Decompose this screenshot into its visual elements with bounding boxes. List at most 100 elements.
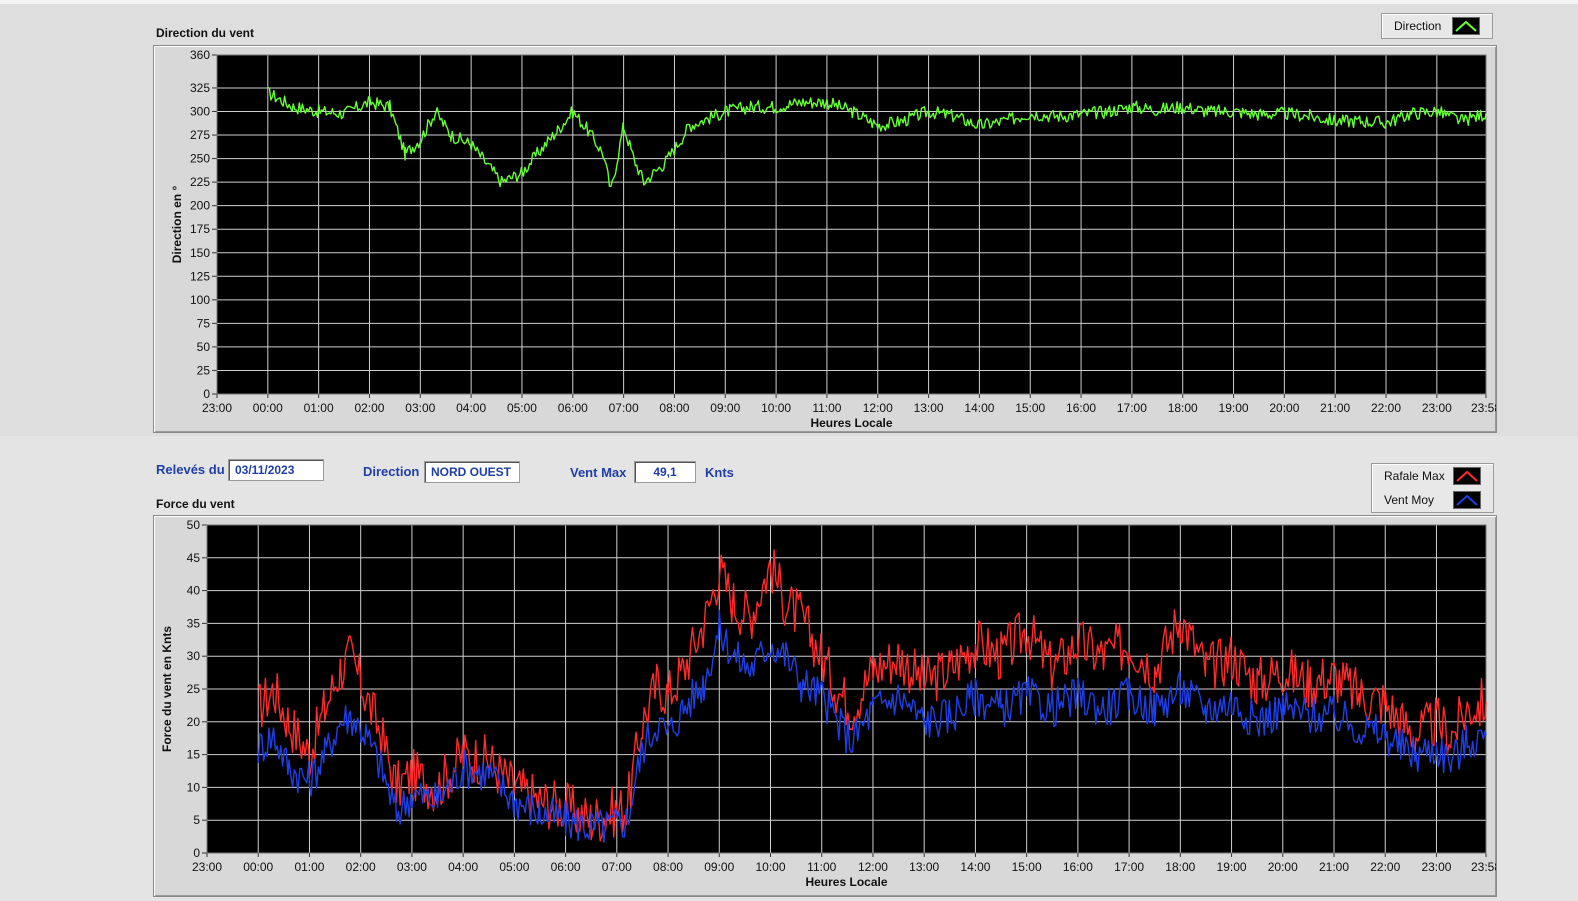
force-chart-frame: 23:00 00:00 01:00 02:00 03:00 04:00 05:00 06:00…	[153, 515, 1501, 897]
x-tick-label: 00:00	[243, 860, 273, 874]
x-tick-label: 19:00	[1219, 401, 1249, 415]
y-axis-label: Force du vent en Knts	[160, 626, 174, 752]
x-tick-label: 20:00	[1268, 860, 1298, 874]
y-tick-label: 360	[190, 48, 210, 62]
y-tick-label: 40	[187, 584, 201, 598]
x-tick-label: 01:00	[294, 860, 324, 874]
x-tick-label: 06:00	[558, 401, 588, 415]
direction-legend: Direction	[1381, 13, 1493, 39]
legend-item-rafale[interactable]: Rafale Max	[1372, 464, 1493, 488]
y-tick-label: 25	[187, 682, 201, 696]
direction-label: Direction	[363, 464, 420, 479]
x-tick-label: 17:00	[1114, 860, 1144, 874]
direction-chart[interactable]: 23:00 00:00 01:00 02:00 03:00 04:00 05:00 06:00…	[154, 46, 1501, 432]
line-style-icon	[1456, 470, 1478, 482]
direction-field[interactable]: NORD OUEST	[424, 461, 520, 483]
x-tick-label: 09:00	[710, 401, 740, 415]
y-tick-label: 45	[187, 551, 201, 565]
x-tick-label: 08:00	[653, 860, 683, 874]
date-field[interactable]: 03/11/2023	[228, 459, 324, 481]
x-tick-label: 04:00	[448, 860, 478, 874]
ventmax-unit: Knts	[705, 465, 734, 480]
x-tick-label: 09:00	[704, 860, 734, 874]
x-tick-label: 16:00	[1066, 401, 1096, 415]
x-tick-label: 15:00	[1012, 860, 1042, 874]
direction-chart-frame: 23:00 00:00 01:00 02:00 03:00 04:00 05:00 06:00…	[153, 45, 1501, 433]
x-tick-label: 07:00	[609, 401, 639, 415]
x-tick-label: 23:00	[1421, 860, 1451, 874]
y-tick-label: 50	[197, 340, 211, 354]
force-legend: Rafale Max Vent Moy	[1371, 463, 1494, 513]
force-panel-title: Force du vent	[156, 497, 235, 511]
y-tick-label: 35	[187, 616, 201, 630]
x-tick-label: 15:00	[1015, 401, 1045, 415]
force-chart[interactable]: 23:00 00:00 01:00 02:00 03:00 04:00 05:00 06:00…	[154, 516, 1501, 896]
date-label: Relevés du	[156, 462, 225, 477]
x-tick-label: 23:58	[1471, 401, 1496, 415]
y-tick-label: 125	[190, 269, 210, 283]
y-tick-label: 5	[193, 813, 200, 827]
x-tick-label: 22:00	[1371, 401, 1401, 415]
y-tick-label: 150	[190, 246, 210, 260]
legend-label-direction: Direction	[1394, 19, 1442, 33]
x-tick-label: 11:00	[812, 401, 841, 415]
y-tick-label: 50	[187, 518, 201, 532]
x-tick-label: 20:00	[1269, 401, 1299, 415]
line-style-icon	[1456, 494, 1478, 506]
y-tick-label: 225	[190, 175, 210, 189]
ventmax-field[interactable]: 49,1	[634, 461, 696, 483]
y-tick-label: 100	[190, 293, 210, 307]
y-tick-label: 200	[190, 199, 210, 213]
x-tick-label: 01:00	[304, 401, 334, 415]
legend-swatch-direction	[1452, 17, 1480, 35]
x-tick-label: 23:58	[1471, 860, 1496, 874]
x-tick-label: 14:00	[964, 401, 994, 415]
x-tick-label: 23:00	[192, 860, 222, 874]
legend-label-ventmoy: Vent Moy	[1384, 493, 1435, 507]
x-tick-label: 04:00	[456, 401, 486, 415]
x-tick-label: 17:00	[1117, 401, 1147, 415]
x-tick-label: 18:00	[1168, 401, 1198, 415]
line-style-icon	[1455, 20, 1477, 32]
x-tick-label: 22:00	[1370, 860, 1400, 874]
x-tick-label: 12:00	[858, 860, 888, 874]
x-tick-label: 21:00	[1320, 401, 1350, 415]
x-axis-label: Heures Locale	[805, 875, 887, 889]
x-tick-label: 05:00	[499, 860, 529, 874]
y-tick-label: 325	[190, 81, 210, 95]
y-tick-label: 0	[203, 387, 210, 401]
plot-area[interactable]	[217, 55, 1486, 394]
y-tick-label: 175	[190, 222, 210, 236]
legend-item-direction[interactable]: Direction	[1382, 14, 1492, 38]
x-tick-label: 03:00	[405, 401, 435, 415]
y-tick-label: 250	[190, 152, 210, 166]
x-tick-label: 06:00	[551, 860, 581, 874]
x-tick-label: 16:00	[1063, 860, 1093, 874]
y-tick-label: 275	[190, 128, 210, 142]
legend-label-rafale: Rafale Max	[1384, 469, 1445, 483]
x-tick-label: 23:00	[202, 401, 232, 415]
legend-swatch-ventmoy	[1453, 491, 1481, 509]
x-tick-label: 07:00	[602, 860, 632, 874]
y-tick-label: 75	[197, 316, 211, 330]
legend-item-ventmoy[interactable]: Vent Moy	[1372, 488, 1493, 512]
x-axis-label: Heures Locale	[810, 416, 892, 430]
x-tick-label: 02:00	[346, 860, 376, 874]
x-tick-label: 21:00	[1319, 860, 1349, 874]
direction-panel-title: Direction du vent	[156, 26, 255, 40]
x-tick-label: 19:00	[1217, 860, 1247, 874]
x-tick-label: 13:00	[914, 401, 944, 415]
y-tick-label: 25	[197, 363, 211, 377]
ventmax-label: Vent Max	[570, 465, 627, 480]
x-tick-label: 00:00	[253, 401, 283, 415]
x-tick-label: 08:00	[659, 401, 689, 415]
y-axis-label: Direction en °	[170, 186, 184, 264]
x-tick-label: 14:00	[960, 860, 990, 874]
x-tick-label: 02:00	[354, 401, 384, 415]
x-tick-label: 11:00	[807, 860, 836, 874]
y-tick-label: 10	[187, 780, 201, 794]
y-tick-label: 15	[187, 748, 201, 762]
y-tick-label: 20	[187, 715, 201, 729]
y-tick-label: 0	[193, 846, 200, 860]
x-tick-label: 10:00	[761, 401, 791, 415]
